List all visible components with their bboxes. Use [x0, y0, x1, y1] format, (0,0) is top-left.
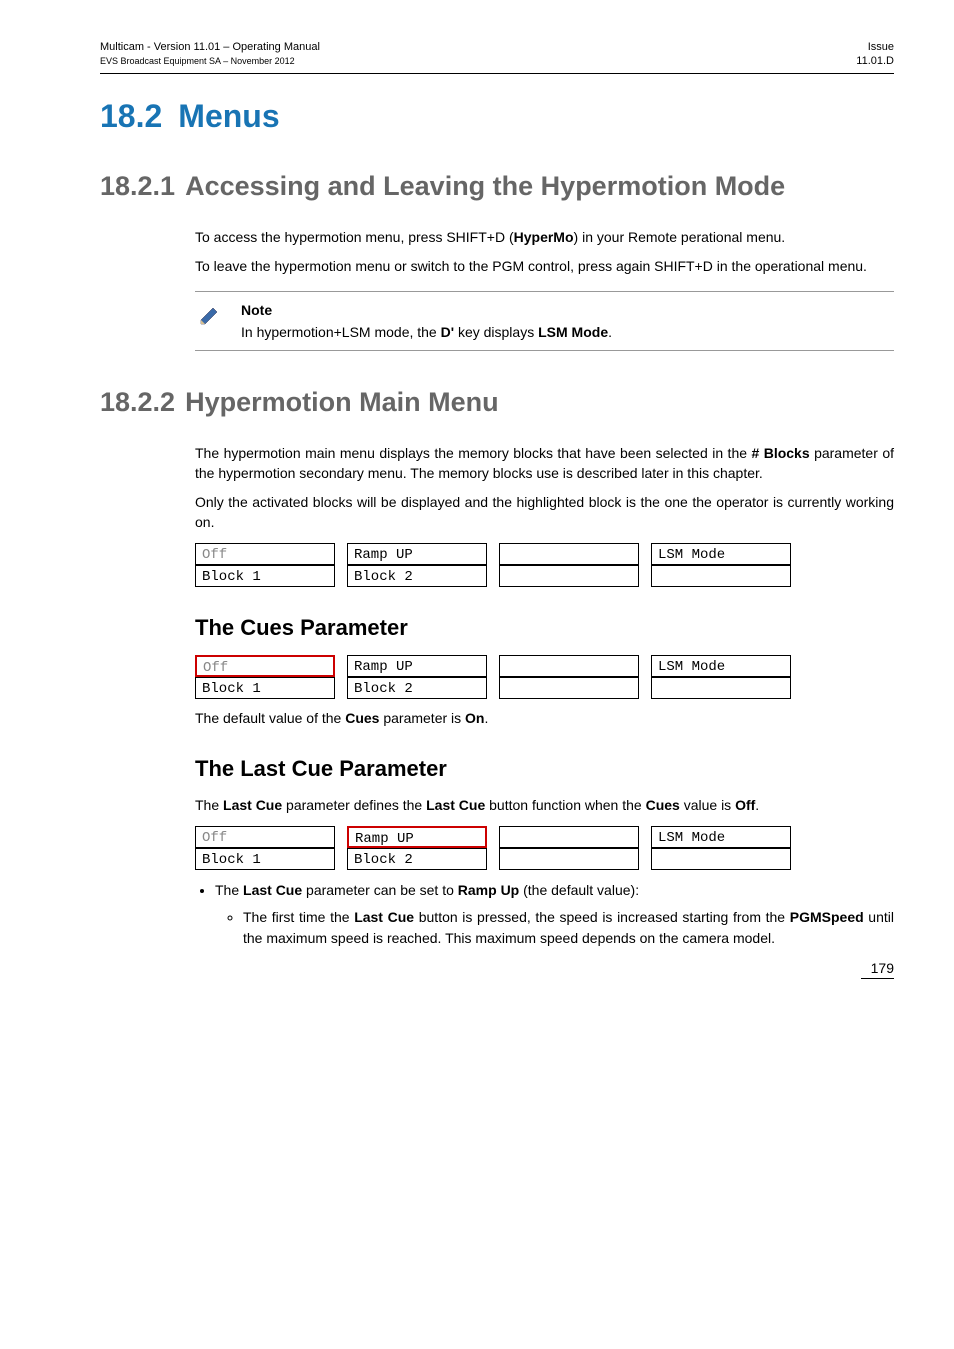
text-fragment: (the default value):: [519, 882, 639, 898]
subsection-heading-2: 18.2.2 Hypermotion Main Menu: [100, 381, 894, 424]
bullet-item: The Last Cue parameter can be set to Ram…: [215, 880, 894, 949]
menu-display-1: Off Block 1 Ramp UP Block 2 LSM Mode: [195, 543, 894, 587]
sub1-paragraph-1: To access the hypermotion menu, press SH…: [195, 228, 894, 248]
menu1-block1: Block 1: [195, 565, 335, 587]
header-divider: [100, 73, 894, 74]
menu2-empty4: [651, 677, 791, 699]
menu3-empty-bot: [499, 848, 639, 870]
text-fragment: The default value of the: [195, 710, 345, 726]
text-bold: Ramp Up: [458, 882, 519, 898]
section-title-text: Menus: [178, 98, 279, 134]
subsection-2-number: 18.2.2: [100, 387, 175, 417]
text-fragment: key displays: [454, 324, 538, 340]
header-left-line2: EVS Broadcast Equipment SA – November 20…: [100, 56, 295, 66]
note-body: In hypermotion+LSM mode, the D' key disp…: [241, 324, 612, 340]
menu1-off: Off: [195, 543, 335, 565]
menu1-lsm-mode: LSM Mode: [651, 543, 791, 565]
text-bold: On: [465, 710, 484, 726]
sub2-paragraph-1: The hypermotion main menu displays the m…: [195, 444, 894, 483]
last-cue-paragraph: The Last Cue parameter defines the Last …: [195, 796, 894, 816]
menu3-ramp-up: Ramp UP: [347, 826, 487, 848]
cues-paragraph: The default value of the Cues parameter …: [195, 709, 894, 729]
text-fragment: The: [215, 882, 243, 898]
menu1-empty-bot: [499, 565, 639, 587]
text-fragment: The first time the: [243, 909, 354, 925]
section-heading: 18.2 Menus: [100, 98, 894, 135]
text-fragment: In hypermotion+LSM mode, the: [241, 324, 441, 340]
menu2-block1: Block 1: [195, 677, 335, 699]
page-header: Multicam - Version 11.01 – Operating Man…: [100, 40, 894, 69]
menu2-lsm-mode: LSM Mode: [651, 655, 791, 677]
menu3-off: Off: [195, 826, 335, 848]
menu-display-3: Off Block 1 Ramp UP Block 2 LSM Mode: [195, 826, 894, 870]
subsection-2-title: Hypermotion Main Menu: [185, 387, 499, 417]
menu2-off: Off: [195, 655, 335, 677]
section-number: 18.2: [100, 98, 162, 134]
text-bold: LSM Mode: [538, 324, 608, 340]
sub-bullet-item: The first time the Last Cue button is pr…: [243, 907, 894, 949]
text-fragment: button function when the: [485, 797, 645, 813]
text-fragment: The: [195, 797, 223, 813]
text-fragment: .: [485, 710, 489, 726]
sub-bullet-list: The first time the Last Cue button is pr…: [215, 907, 894, 949]
text-fragment: button is pressed, the speed is increase…: [414, 909, 790, 925]
menu3-empty-top: [499, 826, 639, 848]
text-bold: PGMSpeed: [790, 909, 864, 925]
menu3-lsm-mode: LSM Mode: [651, 826, 791, 848]
menu1-block2: Block 2: [347, 565, 487, 587]
note-label: Note: [241, 302, 612, 318]
text-fragment: ) in your Remote perational menu.: [574, 229, 786, 245]
header-left-line1: Multicam - Version 11.01 – Operating Man…: [100, 41, 320, 53]
subsection-1-number: 18.2.1: [100, 171, 175, 201]
text-bold: # Blocks: [751, 445, 809, 461]
text-bold: Last Cue: [223, 797, 282, 813]
menu1-ramp-up: Ramp UP: [347, 543, 487, 565]
text-bold: Cues: [345, 710, 379, 726]
text-bold: Last Cue: [243, 882, 302, 898]
cues-parameter-heading: The Cues Parameter: [195, 615, 894, 641]
text-fragment: To access the hypermotion menu, press SH…: [195, 229, 514, 245]
sub1-paragraph-2: To leave the hypermotion menu or switch …: [195, 257, 894, 277]
text-fragment: parameter can be set to: [302, 882, 458, 898]
text-fragment: parameter defines the: [282, 797, 426, 813]
text-fragment: .: [755, 797, 759, 813]
menu3-block2: Block 2: [347, 848, 487, 870]
text-bold: Last Cue: [426, 797, 485, 813]
note-box: Note In hypermotion+LSM mode, the D' key…: [195, 291, 894, 351]
menu1-empty4: [651, 565, 791, 587]
text-bold: Last Cue: [354, 909, 414, 925]
sub2-paragraph-2: Only the activated blocks will be displa…: [195, 493, 894, 532]
header-right-line1: Issue: [868, 41, 894, 53]
menu2-block2: Block 2: [347, 677, 487, 699]
menu3-empty4: [651, 848, 791, 870]
menu-display-2: Off Block 1 Ramp UP Block 2 LSM Mode: [195, 655, 894, 699]
page-number: 179: [861, 960, 894, 979]
last-cue-parameter-heading: The Last Cue Parameter: [195, 756, 894, 782]
text-fragment: The hypermotion main menu displays the m…: [195, 445, 751, 461]
bullet-list: The Last Cue parameter can be set to Ram…: [195, 880, 894, 949]
subsection-1-title: Accessing and Leaving the Hypermotion Mo…: [185, 171, 785, 201]
menu3-block1: Block 1: [195, 848, 335, 870]
text-bold: Off: [735, 797, 755, 813]
menu1-empty-top: [499, 543, 639, 565]
pencil-icon: [195, 302, 227, 330]
header-right-line2: 11.01.D: [856, 55, 894, 67]
text-bold: D': [441, 324, 454, 340]
menu2-empty-top: [499, 655, 639, 677]
text-fragment: parameter is: [379, 710, 465, 726]
text-fragment: .: [608, 324, 612, 340]
text-fragment: value is: [680, 797, 735, 813]
subsection-heading-1: 18.2.1 Accessing and Leaving the Hypermot…: [100, 165, 894, 208]
text-bold: Cues: [646, 797, 680, 813]
menu2-empty-bot: [499, 677, 639, 699]
text-bold: HyperMo: [514, 229, 574, 245]
menu2-ramp-up: Ramp UP: [347, 655, 487, 677]
